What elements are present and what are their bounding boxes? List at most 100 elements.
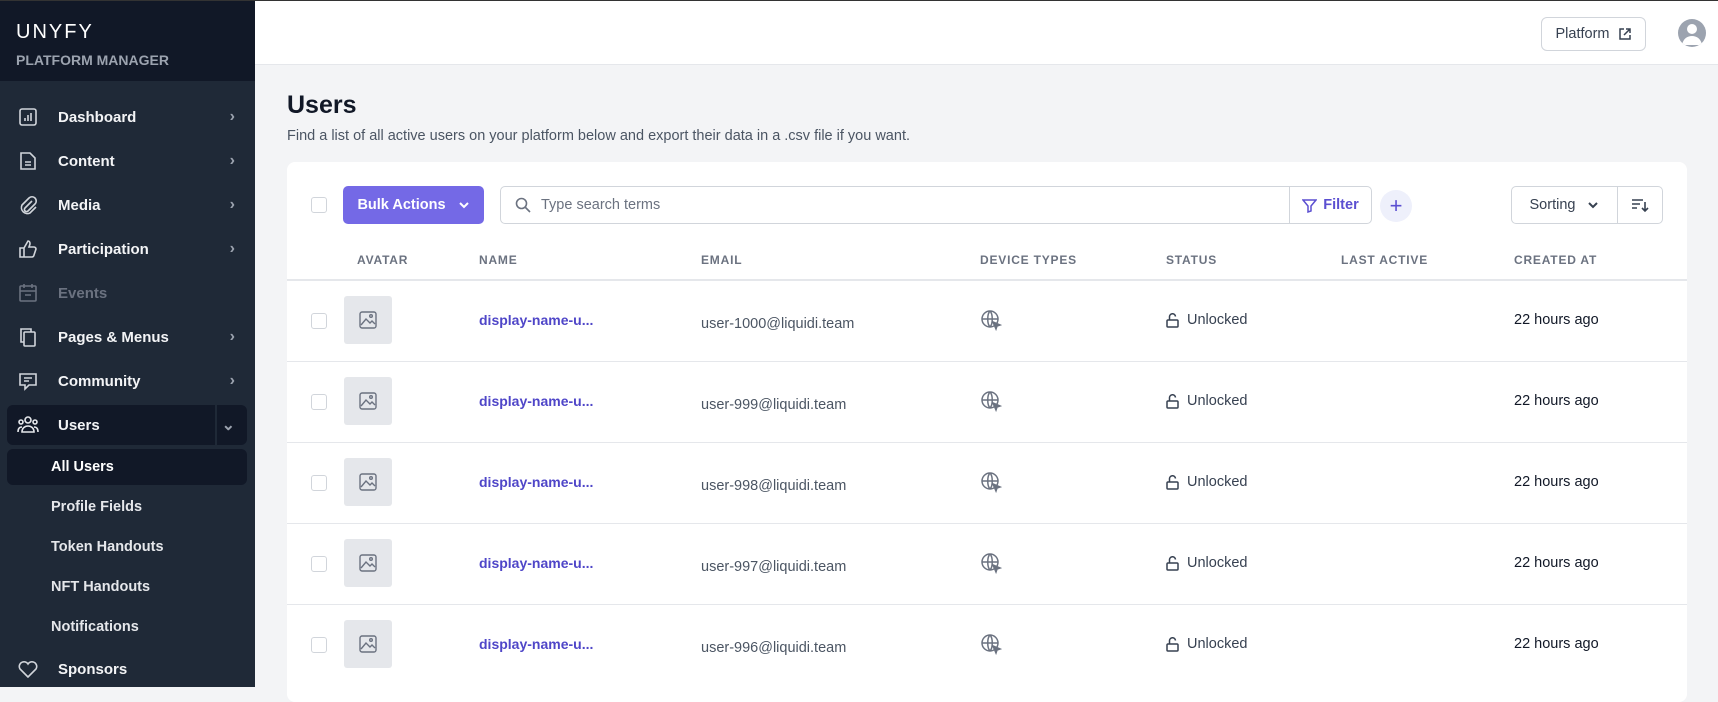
column-header: STATUS <box>1166 253 1218 267</box>
created-at: 22 hours ago <box>1514 636 1599 652</box>
column-header: LAST ACTIVE <box>1341 253 1429 267</box>
select-all-checkbox[interactable] <box>311 197 327 213</box>
table-row: display-name-u... user-1000@liquidi.team… <box>287 280 1687 361</box>
brand-subtitle: PLATFORM MANAGER <box>16 52 169 68</box>
bulk-actions-button[interactable]: Bulk Actions <box>343 186 484 224</box>
sidebar-item-participation[interactable]: Participation › <box>7 229 247 269</box>
avatar-placeholder <box>344 458 392 506</box>
chevron-down-icon <box>458 202 469 209</box>
sidebar-item-label: Participation <box>58 240 149 258</box>
status-badge: Unlocked <box>1166 393 1247 409</box>
table-row: display-name-u... user-999@liquidi.team … <box>287 361 1687 442</box>
filter-icon <box>1302 198 1318 213</box>
image-icon <box>359 392 377 410</box>
chevron-right-icon: › <box>229 372 235 389</box>
image-icon <box>359 554 377 572</box>
table-row: display-name-u... user-998@liquidi.team … <box>287 442 1687 523</box>
row-checkbox[interactable] <box>311 394 327 410</box>
user-name-link[interactable]: display-name-u... <box>479 312 593 328</box>
users-icon <box>16 413 40 437</box>
user-name-link[interactable]: display-name-u... <box>479 474 593 490</box>
sidebar-item-community[interactable]: Community › <box>7 361 247 401</box>
user-name-link[interactable]: display-name-u... <box>479 393 593 409</box>
document-icon <box>16 149 40 173</box>
search-input[interactable]: Type search terms Filter <box>500 186 1372 224</box>
platform-button[interactable]: Platform <box>1541 17 1646 51</box>
user-name-link[interactable]: display-name-u... <box>479 555 593 571</box>
filter-button[interactable]: Filter <box>1289 187 1371 223</box>
user-icon <box>1682 24 1702 45</box>
status-label: Unlocked <box>1187 555 1248 571</box>
column-header: EMAIL <box>701 253 743 267</box>
chat-icon <box>16 369 40 393</box>
sidebar-item-pages-menus[interactable]: Pages & Menus › <box>7 317 247 357</box>
search-placeholder: Type search terms <box>541 197 661 213</box>
add-filter-button[interactable]: + <box>1380 190 1412 222</box>
chevron-right-icon: › <box>229 328 235 345</box>
image-icon <box>359 473 377 491</box>
status-label: Unlocked <box>1187 393 1248 409</box>
avatar-placeholder <box>344 377 392 425</box>
bulk-actions-label: Bulk Actions <box>357 197 446 213</box>
sidebar-subitem[interactable]: Profile Fields <box>7 489 247 525</box>
user-avatar[interactable] <box>1678 19 1706 47</box>
sidebar-subitem[interactable]: Notifications <box>7 609 247 645</box>
sort-direction-button[interactable] <box>1618 187 1662 223</box>
user-email: user-1000@liquidi.team <box>701 316 855 332</box>
sidebar-item-users[interactable]: Users ⌄ <box>7 405 247 445</box>
sidebar-item-label: Pages & Menus <box>58 328 169 346</box>
sidebar: UNYFY PLATFORM MANAGER Dashboard › Conte… <box>0 1 255 687</box>
sidebar-item-media[interactable]: Media › <box>7 185 247 225</box>
avatar-placeholder <box>344 620 392 668</box>
chevron-down-icon[interactable]: ⌄ <box>222 415 235 435</box>
chevron-down-icon <box>1588 202 1599 209</box>
sidebar-subitem[interactable]: Token Handouts <box>7 529 247 565</box>
sidebar-subitem[interactable]: All Users <box>7 449 247 485</box>
created-at: 22 hours ago <box>1514 555 1599 571</box>
row-checkbox[interactable] <box>311 313 327 329</box>
status-badge: Unlocked <box>1166 312 1247 328</box>
sidebar-item-label: Users <box>58 416 100 434</box>
sorting-dropdown[interactable]: Sorting <box>1512 187 1618 223</box>
avatar-placeholder <box>344 296 392 344</box>
user-email: user-997@liquidi.team <box>701 559 847 575</box>
sidebar-item-sponsors[interactable]: Sponsors <box>7 649 247 689</box>
created-at: 22 hours ago <box>1514 312 1599 328</box>
unlock-icon <box>1166 312 1179 328</box>
sidebar-item-label: Events <box>58 284 108 302</box>
row-checkbox[interactable] <box>311 556 327 572</box>
chart-icon <box>16 105 40 129</box>
row-checkbox[interactable] <box>311 475 327 491</box>
table-row: display-name-u... user-996@liquidi.team … <box>287 604 1687 685</box>
row-checkbox[interactable] <box>311 637 327 653</box>
status-badge: Unlocked <box>1166 636 1247 652</box>
user-email: user-999@liquidi.team <box>701 397 847 413</box>
column-header: NAME <box>479 253 518 267</box>
pages-icon <box>16 325 40 349</box>
created-at: 22 hours ago <box>1514 474 1599 490</box>
brand: UNYFY PLATFORM MANAGER <box>0 1 255 81</box>
sidebar-subitem[interactable]: NFT Handouts <box>7 569 247 605</box>
unlock-icon <box>1166 393 1179 409</box>
status-label: Unlocked <box>1187 474 1248 490</box>
sidebar-item-dashboard[interactable]: Dashboard › <box>7 97 247 137</box>
status-badge: Unlocked <box>1166 555 1247 571</box>
filter-label: Filter <box>1323 197 1359 213</box>
page-title: Users <box>287 91 357 119</box>
chevron-right-icon: › <box>229 152 235 169</box>
brand-title: UNYFY <box>16 21 94 43</box>
image-icon <box>359 311 377 329</box>
user-name-link[interactable]: display-name-u... <box>479 636 593 652</box>
image-icon <box>359 635 377 653</box>
thumbs-up-icon <box>16 237 40 261</box>
sidebar-item-events[interactable]: Events <box>7 273 247 313</box>
status-label: Unlocked <box>1187 312 1248 328</box>
sidebar-item-content[interactable]: Content › <box>7 141 247 181</box>
unlock-icon <box>1166 474 1179 490</box>
web-device-icon <box>980 390 1003 417</box>
sidebar-item-label: Community <box>58 372 141 390</box>
unlock-icon <box>1166 636 1179 652</box>
sidebar-item-label: Media <box>58 196 101 214</box>
chevron-right-icon: › <box>229 108 235 125</box>
web-device-icon <box>980 633 1003 660</box>
